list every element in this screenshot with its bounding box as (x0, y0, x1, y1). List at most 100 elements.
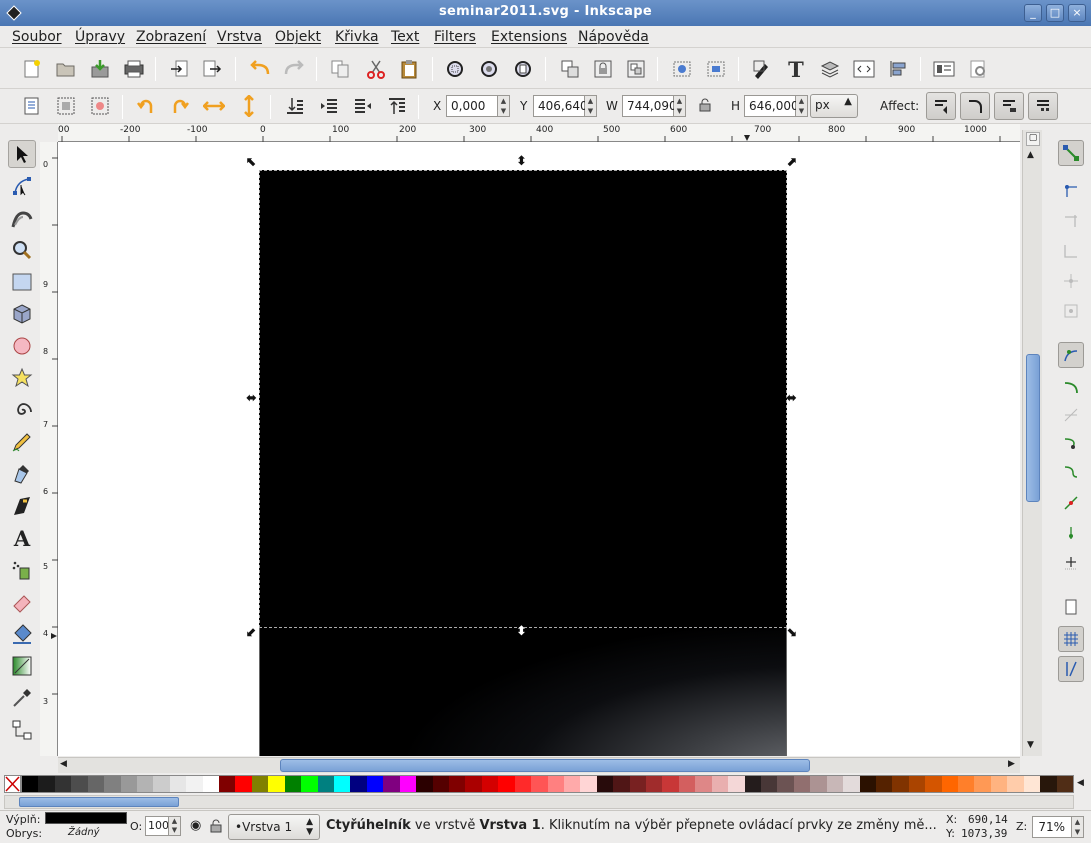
align-grid-icon[interactable] (670, 57, 694, 81)
lock-ratio-icon[interactable] (699, 98, 711, 112)
menu-krivka[interactable]: Křivka (335, 29, 379, 45)
palette-swatch[interactable] (1056, 776, 1073, 792)
palette-swatch[interactable] (793, 776, 811, 792)
h-input[interactable]: 646,000 (744, 95, 799, 117)
palette-swatch[interactable] (301, 776, 318, 792)
snap-path-intersections-icon[interactable] (1058, 402, 1084, 428)
connector-tool-icon[interactable] (8, 716, 36, 744)
palette-swatch[interactable] (202, 776, 220, 792)
x-spinner[interactable]: ▲ ▼ (498, 95, 510, 117)
palette-swatch[interactable] (87, 776, 105, 792)
horizontal-scrollbar[interactable]: ◀ ▶ (58, 757, 1020, 773)
align-distribute-icon[interactable] (886, 57, 910, 81)
zoom-input[interactable]: 71% (1032, 816, 1072, 838)
palette-swatch[interactable] (875, 776, 893, 792)
group-icon[interactable] (558, 57, 582, 81)
palette-swatch[interactable] (448, 776, 466, 792)
palette-swatch[interactable] (498, 776, 515, 792)
palette-swatch[interactable] (350, 776, 367, 792)
palette-swatch[interactable] (366, 776, 384, 792)
scale-handle-bottom-left[interactable]: ⬋ (246, 626, 257, 639)
open-folder-icon[interactable] (54, 57, 78, 81)
stroke-value[interactable]: Žádný (68, 827, 100, 838)
palette-swatch[interactable] (251, 776, 269, 792)
affect-stroke-width-button[interactable] (926, 92, 956, 120)
rotate-cw-icon[interactable] (168, 94, 192, 118)
unit-select[interactable]: px ▲ (810, 94, 858, 118)
text-tool-icon[interactable]: A (8, 524, 36, 552)
scroll-right-arrow-icon[interactable]: ▶ (1008, 759, 1015, 769)
palette-swatch[interactable] (826, 776, 844, 792)
snap-object-centers-icon[interactable] (1058, 520, 1084, 546)
zoom-selection-icon[interactable] (443, 57, 467, 81)
palette-scrollbar[interactable] (4, 795, 1074, 809)
palette-swatch[interactable] (136, 776, 154, 792)
export-icon[interactable] (200, 57, 224, 81)
vertical-scrollbar[interactable]: ▢ ▲ ▼ (1022, 130, 1042, 756)
palette-swatch[interactable] (22, 776, 39, 792)
palette-swatch[interactable] (958, 776, 975, 792)
palette-swatch[interactable] (990, 776, 1008, 792)
snap-paths-icon[interactable] (1058, 374, 1084, 400)
horizontal-ruler[interactable]: 00 -200 -100 0 100 200 300 400 500 600 7… (58, 124, 1020, 142)
affect-gradients-button[interactable] (994, 92, 1024, 120)
palette-swatch[interactable] (235, 776, 252, 792)
vscroll-top-button[interactable]: ▢ (1026, 132, 1040, 146)
lower-icon[interactable] (317, 94, 341, 118)
snap-grids-icon[interactable] (1058, 626, 1084, 652)
palette-swatch[interactable] (219, 776, 236, 792)
w-input[interactable]: 744,090 (622, 95, 677, 117)
palette-swatch[interactable] (153, 776, 170, 792)
gradient-tool-icon[interactable] (8, 652, 36, 680)
snap-nodes-icon[interactable] (1058, 342, 1084, 368)
snap-cusp-nodes-icon[interactable] (1058, 430, 1084, 456)
hscroll-thumb[interactable] (280, 759, 810, 772)
distribute-icon[interactable] (704, 57, 728, 81)
menu-zobrazeni[interactable]: Zobrazení (136, 29, 206, 45)
deselect-icon[interactable] (88, 94, 112, 118)
node-tool-icon[interactable] (8, 172, 36, 200)
snap-bbox-icon[interactable] (1058, 178, 1084, 204)
layers-icon[interactable] (818, 57, 842, 81)
rectangle-tool-icon[interactable] (8, 268, 36, 296)
select-all-layers-icon[interactable] (54, 94, 78, 118)
scroll-left-arrow-icon[interactable]: ◀ (60, 759, 67, 769)
snap-bbox-corners-icon[interactable] (1058, 238, 1084, 264)
ellipse-tool-icon[interactable] (8, 332, 36, 360)
fill-stroke-icon[interactable] (750, 57, 774, 81)
zoom-spinner[interactable]: ▲ ▼ (1072, 816, 1084, 838)
palette-swatch[interactable] (104, 776, 121, 792)
y-input[interactable]: 406,640 (533, 95, 588, 117)
palette-scroll-thumb[interactable] (19, 797, 179, 807)
vertical-ruler[interactable]: 0 9 8 7 6 5 4 3 (40, 142, 58, 756)
color-palette[interactable] (21, 775, 1074, 793)
snap-enable-icon[interactable] (1058, 140, 1084, 166)
dropper-tool-icon[interactable] (8, 684, 36, 712)
palette-swatch[interactable] (317, 776, 335, 792)
palette-swatch[interactable] (547, 776, 564, 792)
palette-swatch[interactable] (1007, 776, 1024, 792)
h-spinner[interactable]: ▲ ▼ (796, 95, 808, 117)
save-icon[interactable] (88, 57, 112, 81)
palette-swatch[interactable] (1040, 776, 1057, 792)
snap-guides-icon[interactable] (1058, 656, 1084, 682)
lower-to-bottom-icon[interactable] (283, 94, 307, 118)
y-spinner[interactable]: ▲ ▼ (585, 95, 597, 117)
menu-text[interactable]: Text (391, 29, 419, 45)
palette-swatch[interactable] (1023, 776, 1041, 792)
3d-box-tool-icon[interactable] (8, 300, 36, 328)
spray-tool-icon[interactable] (8, 556, 36, 584)
affect-patterns-button[interactable] (1028, 92, 1058, 120)
spiral-tool-icon[interactable] (8, 396, 36, 424)
snap-bbox-edges-icon[interactable] (1058, 208, 1084, 234)
palette-swatch[interactable] (284, 776, 302, 792)
calligraphy-tool-icon[interactable] (8, 492, 36, 520)
raise-icon[interactable] (351, 94, 375, 118)
zoom-page-icon[interactable] (511, 57, 535, 81)
palette-swatch[interactable] (744, 776, 761, 792)
layer-lock-icon[interactable] (210, 819, 222, 836)
affect-corners-button[interactable] (960, 92, 990, 120)
print-icon[interactable] (122, 57, 146, 81)
palette-swatch[interactable] (941, 776, 959, 792)
scale-handle-top-left[interactable]: ⬉ (246, 156, 257, 169)
